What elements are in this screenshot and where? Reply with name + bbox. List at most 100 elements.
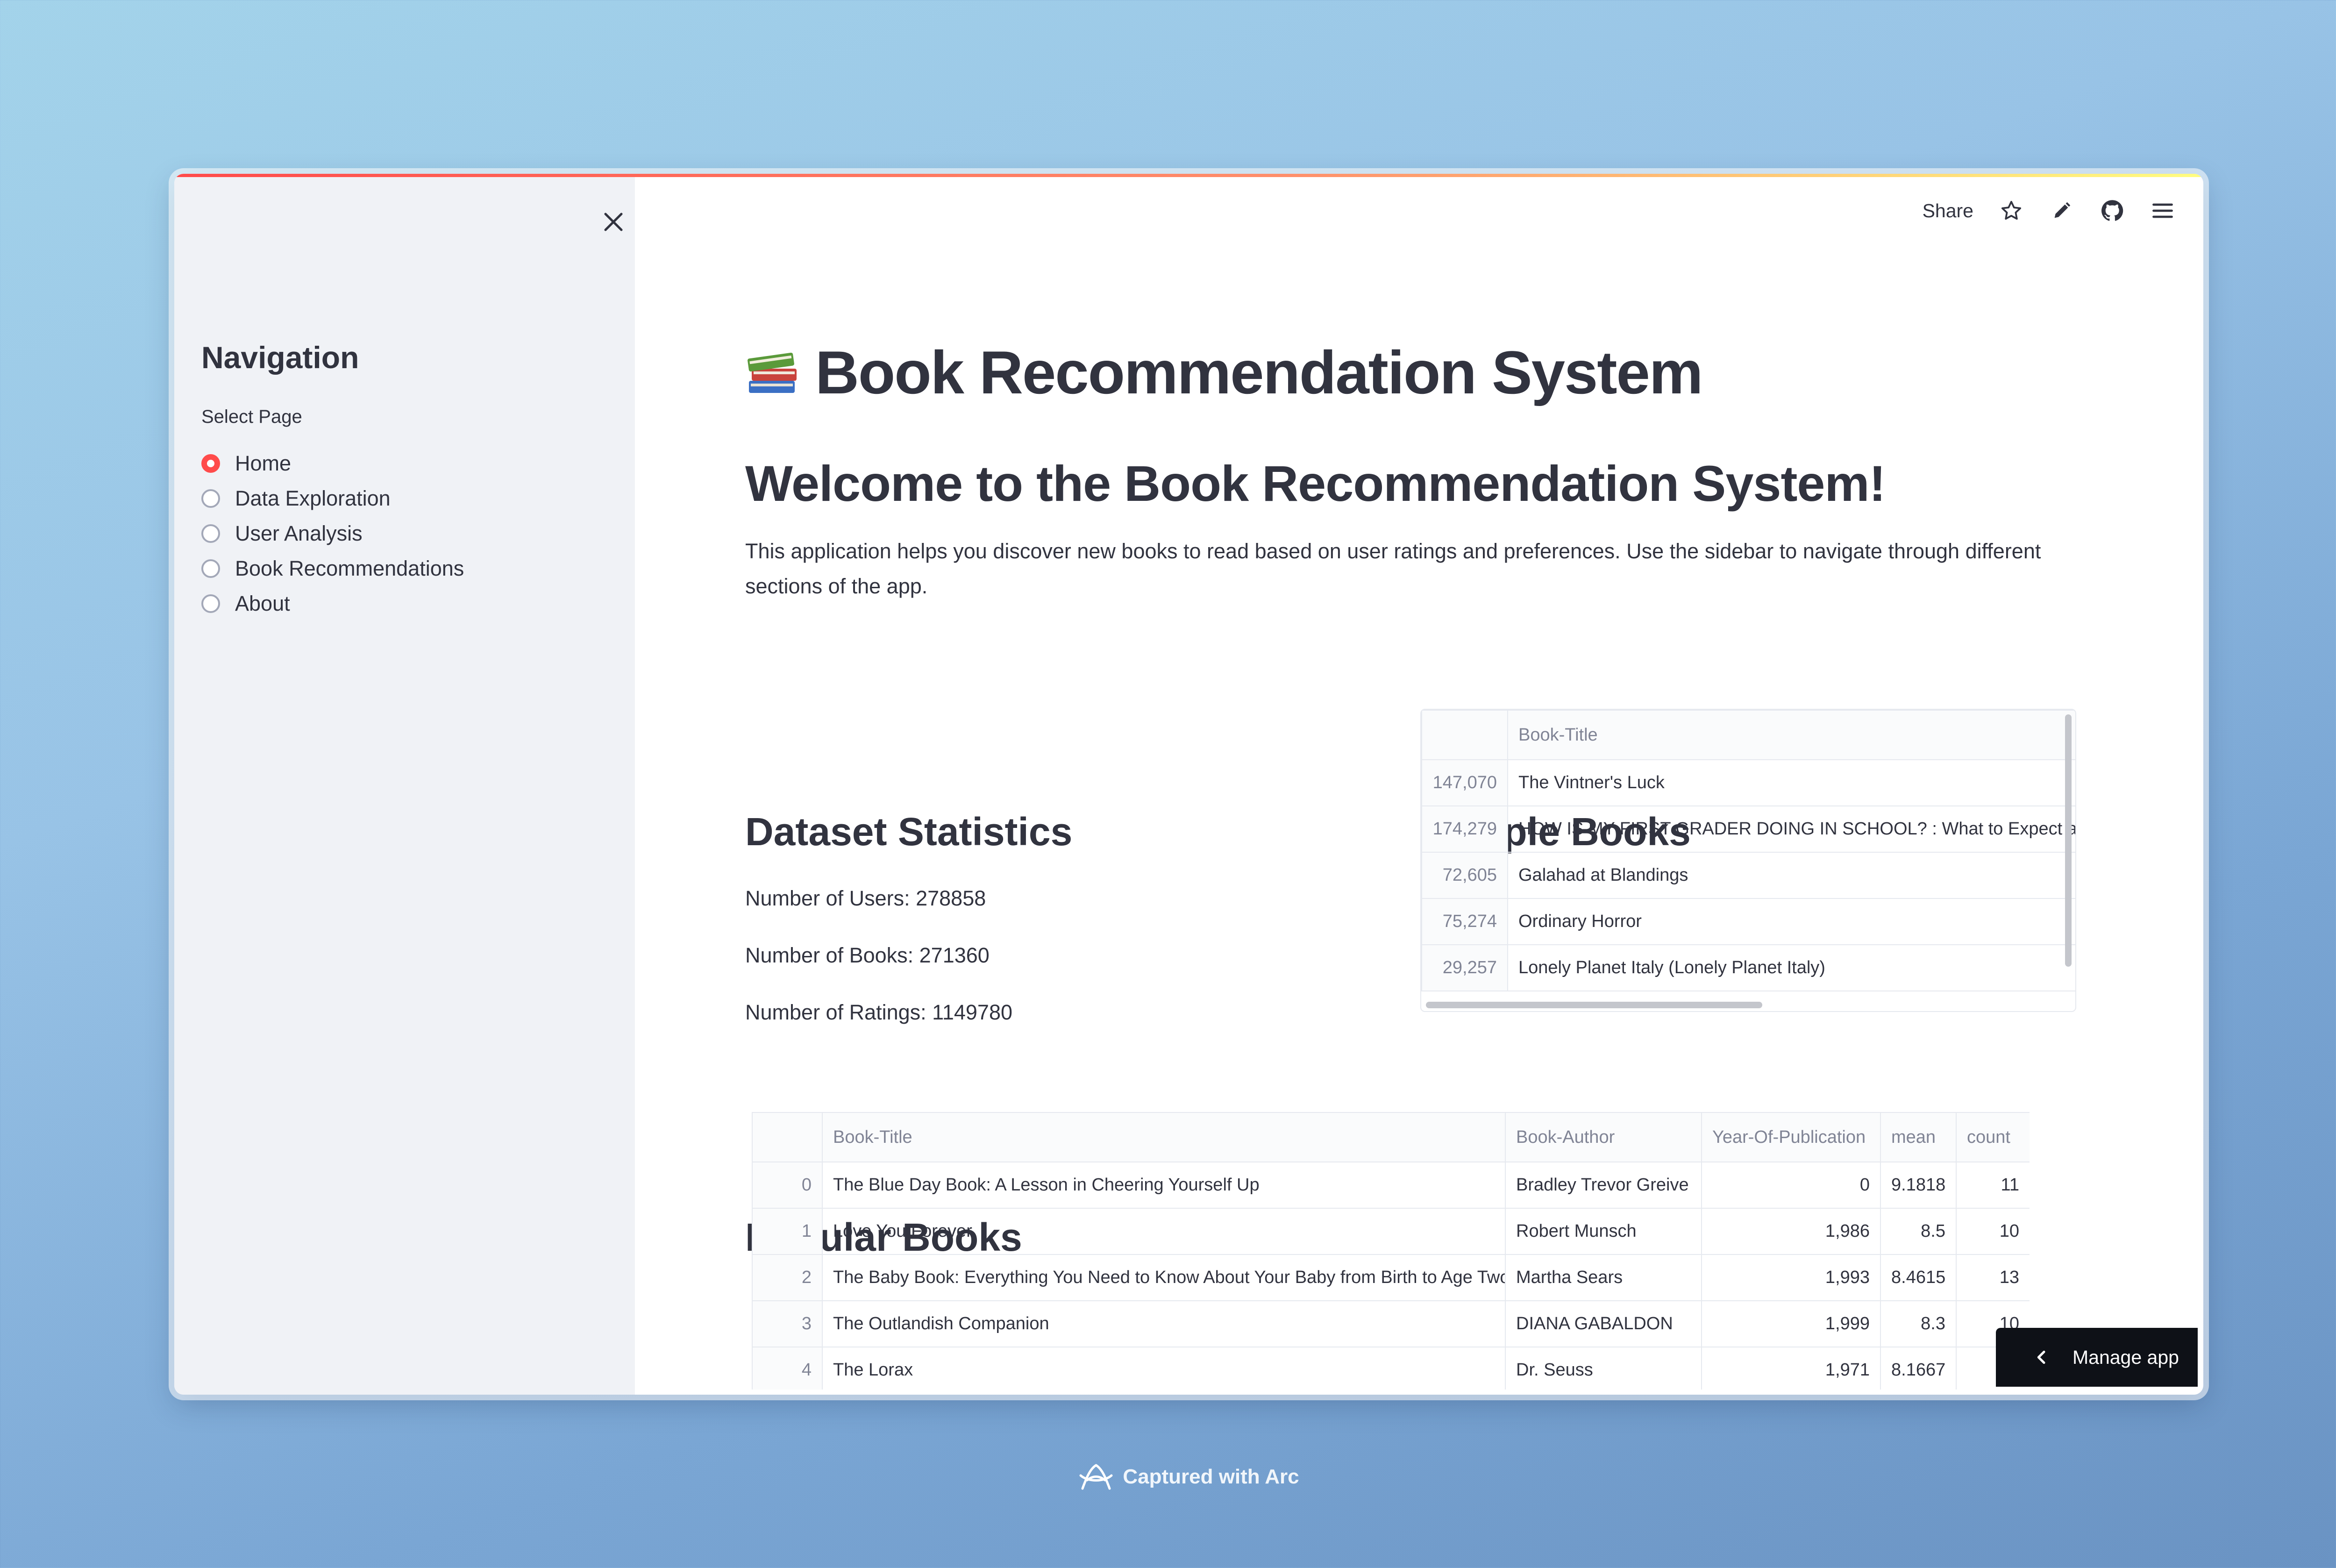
book-title-cell[interactable]: Galahad at Blandings — [1507, 852, 2075, 899]
book-title-cell[interactable]: Love You Forever — [822, 1208, 1506, 1255]
mean-cell[interactable]: 8.3 — [1880, 1300, 1957, 1347]
radio-button[interactable] — [201, 594, 220, 613]
table-row[interactable]: 1 Love You Forever Robert Munsch 1,986 8… — [752, 1208, 2030, 1255]
book-title-cell[interactable]: Ordinary Horror — [1507, 898, 2075, 945]
book-title-cell[interactable]: The Vintner's Luck — [1507, 759, 2075, 806]
page-title: Book Recommendation System — [745, 337, 1703, 407]
column-header-year[interactable]: Year-Of-Publication — [1701, 1112, 1881, 1162]
column-header-index[interactable] — [1421, 710, 1508, 760]
book-title-cell[interactable]: Lonely Planet Italy (Lonely Planet Italy… — [1507, 944, 2075, 991]
table-row[interactable]: 72,605 Galahad at Blandings — [1421, 852, 2075, 899]
vertical-scrollbar[interactable] — [2065, 714, 2072, 967]
sample-books-table[interactable]: Book-Title 147,070 The Vintner's Luck 17… — [1420, 709, 2076, 1012]
row-index: 4 — [752, 1347, 823, 1390]
sidebar-title: Navigation — [201, 340, 359, 375]
column-header-book-title[interactable]: Book-Title — [822, 1112, 1506, 1162]
table-row[interactable]: 2 The Baby Book: Everything You Need to … — [752, 1254, 2030, 1301]
menu-icon[interactable] — [2150, 198, 2175, 223]
book-author-cell[interactable]: DIANA GABALDON — [1505, 1300, 1702, 1347]
book-author-cell[interactable]: Robert Munsch — [1505, 1208, 1702, 1255]
year-cell[interactable]: 1,999 — [1701, 1300, 1881, 1347]
year-cell[interactable]: 1,971 — [1701, 1347, 1881, 1390]
book-author-cell[interactable]: Bradley Trevor Greive — [1505, 1162, 1702, 1209]
star-icon[interactable] — [1999, 198, 2024, 223]
column-header-book-title[interactable]: Book-Title — [1507, 710, 2075, 760]
year-cell[interactable]: 0 — [1701, 1162, 1881, 1209]
table-row[interactable]: 29,257 Lonely Planet Italy (Lonely Plane… — [1421, 944, 2075, 991]
column-header-mean[interactable]: mean — [1880, 1112, 1957, 1162]
book-title-cell[interactable]: The Blue Day Book: A Lesson in Cheering … — [822, 1162, 1506, 1209]
captured-footer: Captured with Arc — [0, 1461, 2336, 1492]
count-cell[interactable]: 11 — [1956, 1162, 2030, 1209]
radio-button[interactable] — [201, 559, 220, 578]
row-index: 3 — [752, 1300, 823, 1347]
share-button[interactable]: Share — [1923, 200, 1973, 222]
table-row[interactable]: 3 The Outlandish Companion DIANA GABALDO… — [752, 1300, 2030, 1347]
github-icon[interactable] — [2100, 198, 2125, 223]
page-title-text: Book Recommendation System — [815, 338, 1703, 406]
radio-label: Home — [235, 451, 292, 475]
book-author-cell[interactable]: Dr. Seuss — [1505, 1347, 1702, 1390]
radio-option-user-analysis[interactable]: User Analysis — [201, 516, 464, 551]
table-row[interactable]: 147,070 The Vintner's Luck — [1421, 759, 2075, 806]
radio-option-data-exploration[interactable]: Data Exploration — [201, 481, 464, 516]
year-cell[interactable]: 1,986 — [1701, 1208, 1881, 1255]
row-index: 1 — [752, 1208, 823, 1255]
close-icon — [604, 213, 623, 231]
captured-label: Captured with Arc — [1123, 1465, 1299, 1488]
manage-app-label: Manage app — [2072, 1346, 2179, 1368]
table-row[interactable]: 75,274 Ordinary Horror — [1421, 898, 2075, 945]
row-index: 75,274 — [1421, 898, 1508, 945]
mean-cell[interactable]: 9.1818 — [1880, 1162, 1957, 1209]
book-title-cell[interactable]: The Baby Book: Everything You Need to Kn… — [822, 1254, 1506, 1301]
close-sidebar-button[interactable] — [592, 201, 634, 243]
row-index: 147,070 — [1421, 759, 1508, 806]
book-title-cell[interactable]: HOW IS MY FIRST GRADER DOING IN SCHOOL? … — [1507, 805, 2075, 853]
row-index: 2 — [752, 1254, 823, 1301]
intro-paragraph: This application helps you discover new … — [745, 539, 2041, 598]
row-index: 174,279 — [1421, 805, 1508, 853]
manage-app-overlay[interactable]: Manage app — [1996, 1328, 2198, 1387]
count-cell[interactable]: 10 — [1956, 1208, 2030, 1255]
horizontal-scrollbar[interactable] — [1426, 1002, 1762, 1008]
mean-cell[interactable]: 8.1667 — [1880, 1347, 1957, 1390]
radio-button[interactable] — [201, 524, 220, 543]
column-header-count[interactable]: count — [1956, 1112, 2030, 1162]
books-stat: Number of Books: 271360 — [745, 943, 990, 967]
radio-option-home[interactable]: Home — [201, 446, 464, 481]
column-header-index[interactable] — [752, 1112, 823, 1162]
top-toolbar: Share — [1923, 198, 2175, 223]
chevron-left-icon — [2037, 1350, 2045, 1364]
books-icon — [748, 352, 797, 393]
radio-label: Book Recommendations — [235, 556, 464, 580]
row-index: 0 — [752, 1162, 823, 1209]
radio-button[interactable] — [201, 489, 220, 508]
arc-logo-icon — [1079, 1464, 1113, 1490]
table-row[interactable]: 0 The Blue Day Book: A Lesson in Cheerin… — [752, 1162, 2030, 1209]
book-title-cell[interactable]: The Outlandish Companion — [822, 1300, 1506, 1347]
popular-books-table-container: Book-Title Book-Author Year-Of-Publicati… — [752, 1112, 2030, 1390]
mean-cell[interactable]: 8.4615 — [1880, 1254, 1957, 1301]
select-page-label: Select Page — [201, 406, 302, 427]
radio-label: Data Exploration — [235, 486, 391, 510]
radio-option-about[interactable]: About — [201, 586, 464, 621]
page-radio-group: Home Data Exploration User Analysis Book… — [201, 446, 464, 621]
ratings-stat: Number of Ratings: 1149780 — [745, 1000, 1013, 1024]
table-row[interactable]: 4 The Lorax Dr. Seuss 1,971 8.1667 12 — [752, 1347, 2030, 1390]
book-author-cell[interactable]: Martha Sears — [1505, 1254, 1702, 1301]
welcome-heading: Welcome to the Book Recommendation Syste… — [745, 455, 1886, 512]
book-title-cell[interactable]: The Lorax — [822, 1347, 1506, 1390]
users-stat: Number of Users: 278858 — [745, 886, 986, 910]
row-index: 72,605 — [1421, 852, 1508, 899]
table-row[interactable]: 174,279 HOW IS MY FIRST GRADER DOING IN … — [1421, 805, 2075, 853]
count-cell[interactable]: 13 — [1956, 1254, 2030, 1301]
radio-label: About — [235, 591, 290, 615]
sidebar: Navigation Select Page Home Data Explora… — [174, 174, 635, 1395]
radio-option-book-recommendations[interactable]: Book Recommendations — [201, 551, 464, 586]
radio-button-checked[interactable] — [201, 454, 220, 473]
decoration-bar — [174, 174, 2203, 177]
year-cell[interactable]: 1,993 — [1701, 1254, 1881, 1301]
pencil-icon[interactable] — [2049, 198, 2074, 223]
column-header-book-author[interactable]: Book-Author — [1505, 1112, 1702, 1162]
mean-cell[interactable]: 8.5 — [1880, 1208, 1957, 1255]
